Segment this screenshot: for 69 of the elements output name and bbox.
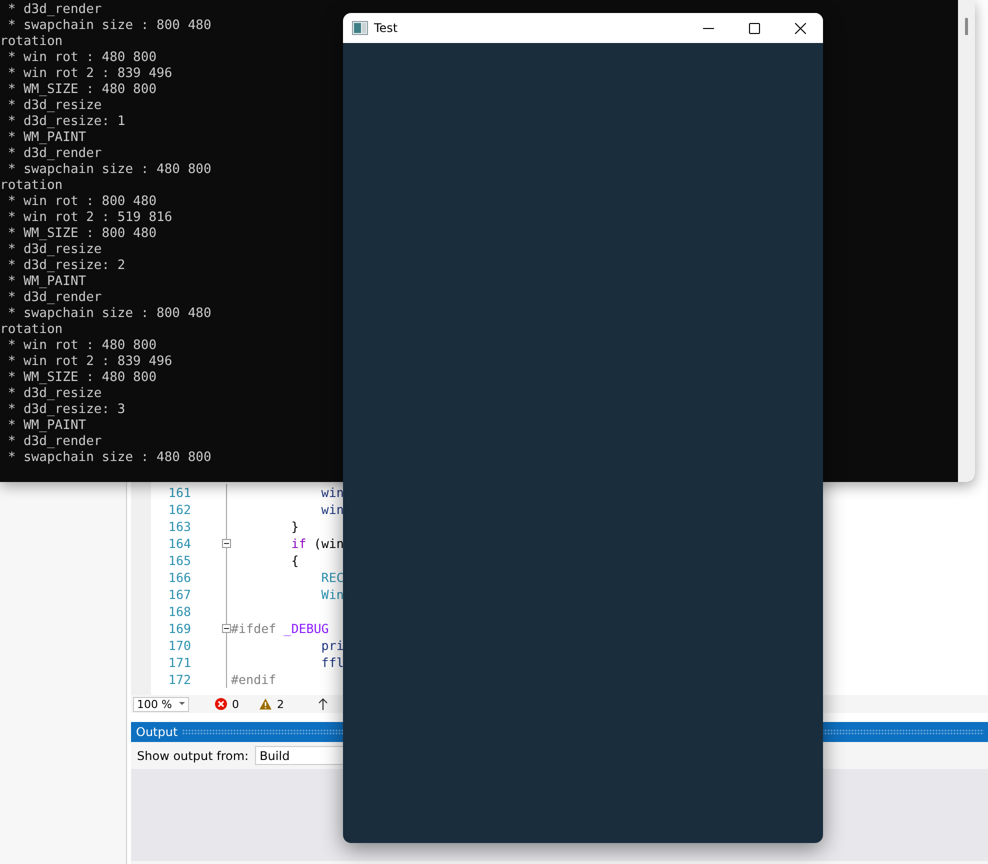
line-number: 161: [167, 485, 191, 500]
maximize-icon: [748, 22, 760, 34]
close-icon: [794, 22, 806, 34]
console-line: * WM_PAINT: [6, 130, 86, 146]
console-line: * d3d_resize: 1: [6, 114, 126, 130]
console-line: * d3d_render: [6, 146, 102, 162]
console-line: * swapchain size : 480 800: [6, 162, 212, 178]
console-line: rotation: [0, 178, 63, 194]
line-number: 165: [167, 553, 191, 568]
console-line: * d3d_resize: [6, 386, 102, 402]
source-label: Show output from:: [137, 748, 249, 762]
console-line: * d3d_resize: 2: [6, 258, 126, 274]
console-line: rotation: [0, 34, 63, 50]
console-line: * WM_PAINT: [6, 274, 86, 290]
console-line: * win rot : 480 800: [6, 338, 157, 354]
console-line: * d3d_render: [6, 434, 102, 450]
code-line: win: [320, 502, 344, 517]
console-line: * d3d_resize: [6, 242, 102, 258]
code-line: pri: [320, 638, 344, 653]
panel-title: Output: [136, 725, 178, 739]
up-arrow-icon[interactable]: [318, 698, 328, 710]
code-line: #endif: [231, 672, 276, 687]
code-line: {: [290, 553, 299, 568]
line-number: 164: [167, 536, 191, 551]
line-number: 163: [167, 519, 191, 534]
code-line: win: [320, 485, 344, 500]
caret-icon: [179, 702, 185, 706]
collapse-icon[interactable]: [222, 624, 231, 633]
console-line: * d3d_resize: [6, 98, 102, 114]
line-number: 169: [167, 621, 191, 636]
code-line: Win: [320, 587, 344, 602]
console-line: * d3d_render: [6, 2, 102, 18]
line-number: 167: [167, 587, 191, 602]
code-line: if (win: [290, 536, 344, 551]
zoom-dropdown[interactable]: 100 %: [133, 696, 189, 712]
error-icon: [215, 698, 227, 710]
line-number: 170: [167, 638, 191, 653]
console-line: * swapchain size : 800 480: [6, 18, 212, 34]
code-line: #ifdef _DEBUG: [231, 621, 329, 636]
console-line: * d3d_resize: 3: [6, 402, 126, 418]
console-line: * WM_SIZE : 480 800: [6, 82, 157, 98]
console-line: * WM_SIZE : 800 480: [6, 226, 157, 242]
code-line: ffl: [320, 655, 344, 670]
console-line: * d3d_render: [6, 290, 102, 306]
console-line: * win rot 2 : 839 496: [6, 66, 172, 82]
scroll-thumb[interactable]: [965, 18, 968, 35]
console-line: * swapchain size : 480 800: [6, 450, 212, 466]
console-line: * win rot 2 : 519 816: [6, 210, 172, 226]
error-count: 0: [232, 698, 239, 710]
line-number: 168: [167, 604, 191, 619]
console-line: * WM_SIZE : 480 800: [6, 370, 157, 386]
warning-count: 2: [277, 698, 284, 710]
console-line: rotation: [0, 322, 63, 338]
window-title: Test: [374, 21, 398, 35]
app-icon: [352, 21, 368, 35]
code-line: REC: [320, 570, 344, 585]
line-number: 172: [167, 672, 191, 687]
console-line: * win rot 2 : 839 496: [6, 354, 172, 370]
console-line: * WM_PAINT: [6, 418, 86, 434]
collapse-icon[interactable]: [222, 539, 231, 548]
console-line: * swapchain size : 800 480: [6, 306, 212, 322]
scrollbar[interactable]: [958, 0, 975, 482]
console-line: * win rot : 800 480: [6, 194, 157, 210]
line-number: 166: [167, 570, 191, 585]
line-number: 162: [167, 502, 191, 517]
line-number: 171: [167, 655, 191, 670]
warning-icon: [259, 698, 272, 710]
console-line: * win rot : 480 800: [6, 50, 157, 66]
code-line: }: [290, 519, 299, 534]
